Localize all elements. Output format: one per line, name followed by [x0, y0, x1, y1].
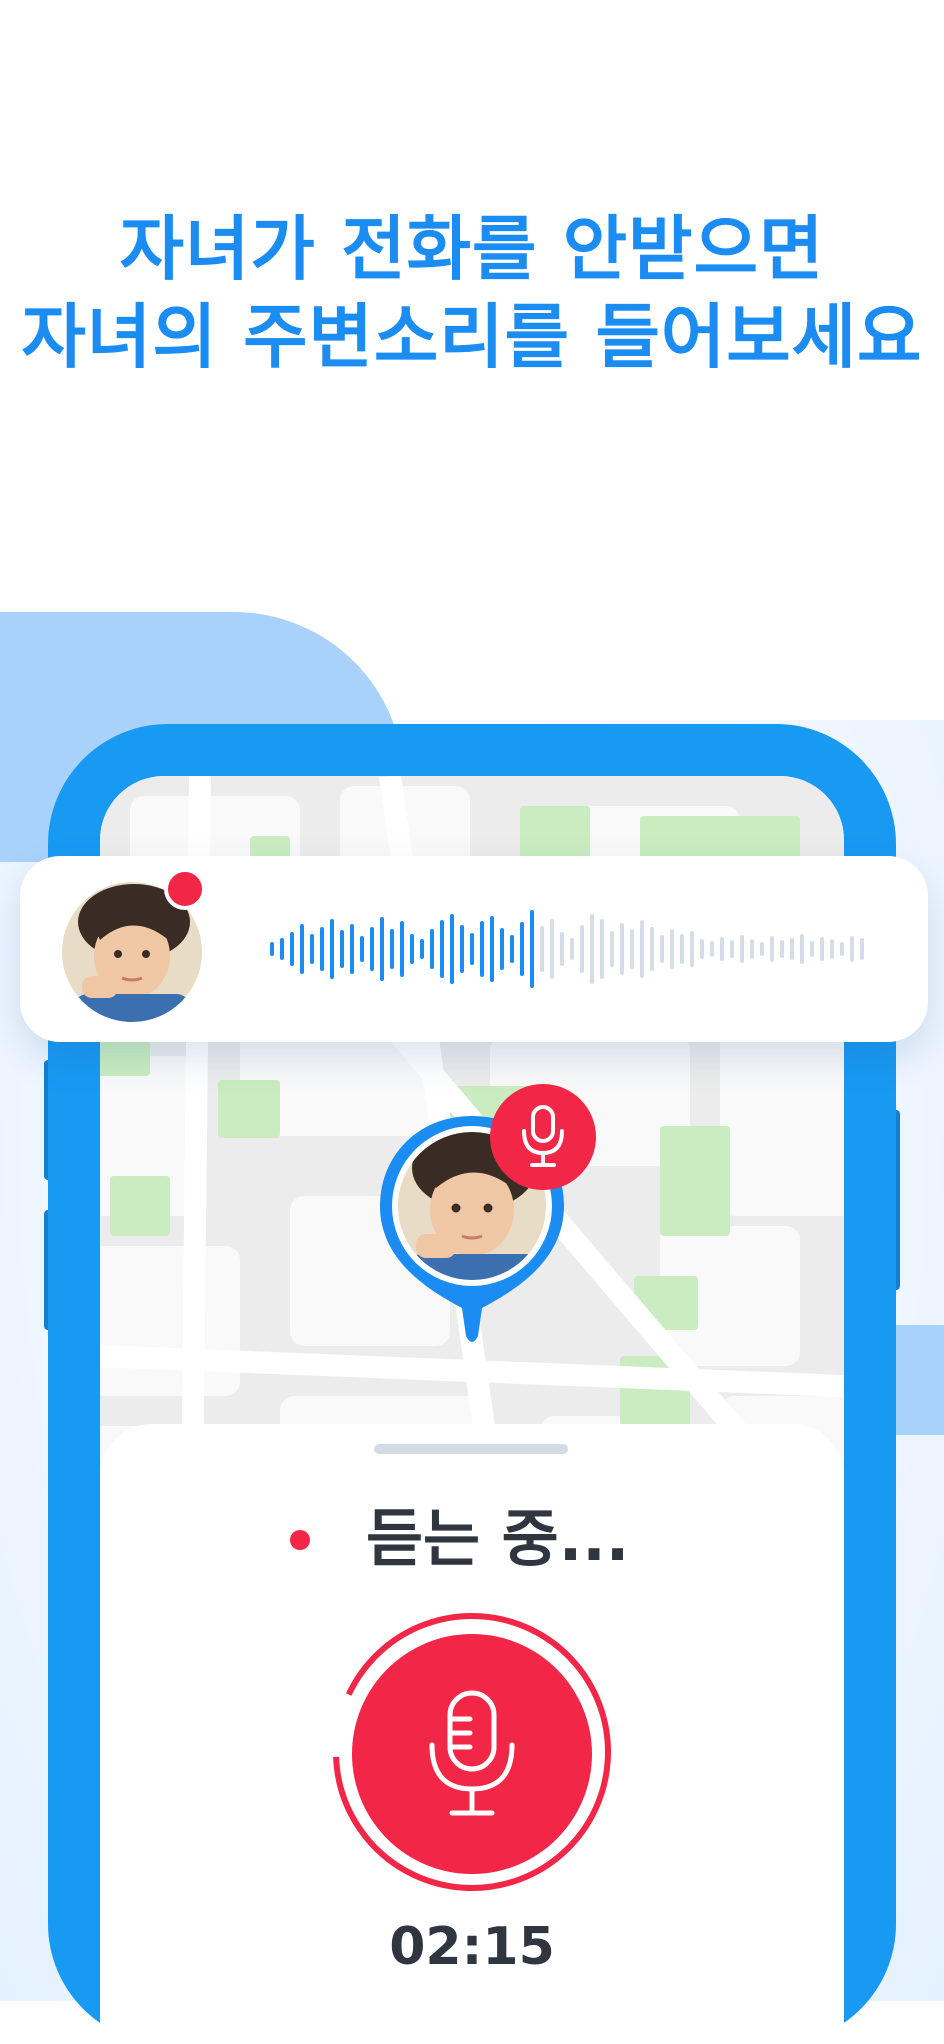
waveform-bar	[270, 942, 274, 956]
waveform-bar	[720, 937, 724, 961]
waveform-bar	[280, 938, 284, 960]
waveform-bar	[290, 932, 294, 966]
pin-microphone-badge	[490, 1084, 596, 1190]
waveform-bar	[810, 941, 814, 957]
waveform-bar	[640, 920, 644, 978]
waveform-bar	[500, 928, 504, 970]
audio-waveform	[270, 910, 864, 988]
waveform-bar	[820, 937, 824, 961]
waveform-bar	[480, 921, 484, 977]
waveform-bar	[780, 940, 784, 958]
waveform-bar	[580, 925, 584, 973]
waveform-bar	[310, 934, 314, 964]
waveform-bar	[730, 940, 734, 958]
waveform-bar	[860, 938, 864, 960]
waveform-bar	[530, 910, 534, 988]
headline-line-1: 자녀가 전화를 안받으면	[119, 208, 825, 290]
waveform-bar	[830, 939, 834, 959]
waveform-bar	[790, 938, 794, 960]
waveform-bar	[400, 921, 404, 977]
waveform-bar	[570, 938, 574, 960]
audio-stream-card	[20, 856, 928, 1042]
waveform-bar	[520, 922, 524, 976]
waveform-bar	[740, 935, 744, 963]
record-button[interactable]	[352, 1634, 592, 1874]
waveform-bar	[370, 927, 374, 971]
waveform-bar	[350, 924, 354, 974]
waveform-bar	[660, 935, 664, 963]
headline: 자녀가 전화를 안받으면 자녀의 주변소리를 들어보세요	[0, 205, 944, 381]
headline-line-2: 자녀의 주변소리를 들어보세요	[21, 296, 923, 378]
waveform-bar	[490, 916, 494, 982]
waveform-bar	[590, 914, 594, 984]
waveform-bar	[770, 936, 774, 962]
waveform-bar	[700, 939, 704, 959]
waveform-bar	[300, 924, 304, 974]
waveform-bar	[750, 939, 754, 959]
sheet-drag-handle[interactable]	[374, 1444, 568, 1454]
waveform-bar	[390, 929, 394, 969]
waveform-bar	[420, 939, 424, 959]
waveform-bar	[320, 927, 324, 971]
waveform-bar	[440, 920, 444, 978]
waveform-bar	[340, 930, 344, 968]
waveform-bar	[850, 936, 854, 962]
waveform-bar	[460, 925, 464, 973]
waveform-bar	[550, 919, 554, 979]
waveform-bar	[670, 929, 674, 969]
listening-sheet: 듣는 중... 02:15	[100, 1424, 844, 2044]
microphone-icon	[429, 1690, 515, 1816]
waveform-bar	[690, 931, 694, 967]
waveform-bar	[840, 942, 844, 956]
listening-status: 듣는 중...	[366, 1502, 630, 1575]
waveform-bar	[510, 935, 514, 963]
waveform-bar	[330, 919, 334, 979]
waveform-bar	[600, 919, 604, 979]
recording-timer: 02:15	[389, 1917, 555, 1977]
waveform-bar	[360, 936, 364, 962]
waveform-bar	[620, 923, 624, 975]
waveform-bar	[540, 926, 544, 972]
waveform-bar	[800, 934, 804, 964]
waveform-bar	[650, 927, 654, 971]
waveform-bar	[430, 929, 434, 969]
waveform-bar	[710, 941, 714, 957]
waveform-bar	[630, 929, 634, 969]
recording-indicator-icon	[164, 868, 206, 910]
waveform-bar	[410, 934, 414, 964]
waveform-bar	[450, 914, 454, 984]
recording-dot-icon	[290, 1530, 310, 1550]
microphone-icon	[522, 1105, 564, 1167]
waveform-bar	[680, 934, 684, 964]
waveform-bar	[380, 917, 384, 981]
decorative-blob-right	[890, 1325, 944, 1435]
waveform-bar	[760, 942, 764, 956]
waveform-bar	[610, 931, 614, 967]
waveform-bar	[470, 933, 474, 965]
waveform-bar	[560, 932, 564, 966]
